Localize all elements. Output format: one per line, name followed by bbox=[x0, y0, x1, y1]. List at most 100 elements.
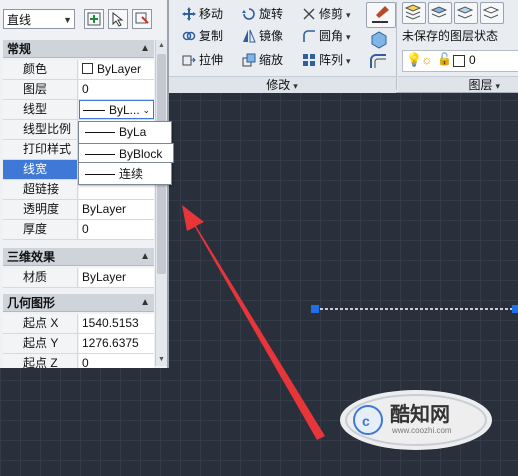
match-properties-button[interactable] bbox=[366, 2, 396, 28]
quick-select-icon bbox=[135, 12, 149, 24]
layer-isolate-button[interactable] bbox=[480, 2, 504, 24]
collapse-icon: ▲ bbox=[140, 297, 150, 308]
array-label: 阵列 bbox=[319, 53, 344, 67]
property-value[interactable]: 0 bbox=[79, 80, 154, 99]
object-type-select[interactable]: 直线 ▼ bbox=[3, 9, 75, 29]
chevron-down-icon: ▼ bbox=[63, 15, 72, 25]
layer-match-button[interactable] bbox=[428, 2, 452, 24]
rotate-label: 旋转 bbox=[259, 7, 284, 21]
quick-select-button[interactable] bbox=[132, 9, 152, 29]
property-row-transparency[interactable]: 透明度 ByLayer bbox=[3, 200, 154, 220]
move-label: 移动 bbox=[199, 7, 224, 21]
scroll-up-icon[interactable]: ▲ bbox=[156, 40, 167, 52]
layer-state-label[interactable]: 未保存的图层状态 bbox=[402, 27, 498, 44]
ribbon: 移动 旋转 修剪 ▾ 复制 镜像 圆角 ▾ 拉伸 缩放 阵列 ▾ 修改 ▾ 未保… bbox=[168, 0, 518, 93]
property-key: 线型 bbox=[3, 100, 78, 119]
palette-scrollbar[interactable]: ▲ ▼ bbox=[155, 40, 167, 366]
move-button[interactable]: 移动 bbox=[182, 4, 223, 24]
layer-match-icon bbox=[430, 6, 448, 18]
mirror-button[interactable]: 镜像 bbox=[242, 26, 283, 46]
3d-object-button[interactable] bbox=[366, 28, 394, 52]
trim-icon bbox=[302, 7, 316, 21]
collapse-icon: ▲ bbox=[140, 43, 150, 54]
fillet-icon bbox=[302, 29, 316, 43]
modify-panel-title[interactable]: 修改 ▾ bbox=[168, 76, 396, 93]
property-value-text: ByLayer bbox=[97, 62, 142, 76]
mirror-icon bbox=[242, 29, 256, 43]
linetype-select[interactable]: ByL... ⌄ bbox=[79, 100, 154, 119]
scale-icon bbox=[242, 53, 256, 67]
property-key: 起点 Y bbox=[3, 334, 78, 353]
property-row-start-z[interactable]: 起点 Z 0 bbox=[3, 354, 154, 368]
property-row-color[interactable]: 颜色 ByLayer bbox=[3, 60, 154, 80]
svg-text:c: c bbox=[362, 413, 370, 429]
option-label: 连续 bbox=[119, 167, 144, 181]
property-value[interactable]: ByLayer bbox=[79, 60, 154, 79]
property-value[interactable]: 0 bbox=[79, 354, 154, 368]
toggle-pickadd-button[interactable] bbox=[84, 9, 104, 29]
layer-previous-icon bbox=[456, 6, 474, 19]
color-swatch-icon bbox=[82, 63, 93, 75]
trim-button[interactable]: 修剪 ▾ bbox=[302, 4, 351, 24]
modify-panel-label: 修改 bbox=[266, 78, 291, 92]
fillet-button[interactable]: 圆角 ▾ bbox=[302, 26, 351, 46]
property-value-text: ByL... bbox=[109, 103, 140, 117]
stretch-button[interactable]: 拉伸 bbox=[182, 50, 223, 70]
select-objects-button[interactable] bbox=[108, 9, 128, 29]
cube-icon bbox=[371, 31, 387, 49]
property-key: 材质 bbox=[3, 268, 78, 287]
property-row-start-x[interactable]: 起点 X 1540.5153 bbox=[3, 314, 154, 334]
property-key: 图层 bbox=[3, 80, 78, 99]
chevron-down-icon: ▾ bbox=[346, 10, 351, 20]
rotate-button[interactable]: 旋转 bbox=[242, 4, 283, 24]
section-3d-effects-label: 三维效果 bbox=[7, 250, 56, 264]
property-row-layer[interactable]: 图层 0 bbox=[3, 80, 154, 100]
property-row-thickness[interactable]: 厚度 0 bbox=[3, 220, 154, 240]
option-label: ByBlock bbox=[119, 147, 163, 161]
chevron-down-icon: ▾ bbox=[495, 81, 500, 91]
property-value[interactable]: 1540.5153 bbox=[79, 314, 154, 333]
fillet-label: 圆角 bbox=[319, 29, 344, 43]
section-general-header[interactable]: 常规 ▲ bbox=[3, 40, 154, 58]
scale-button[interactable]: 缩放 bbox=[242, 50, 283, 70]
lock-icon: 🔓 bbox=[437, 52, 452, 66]
property-key: 颜色 bbox=[3, 60, 78, 79]
linetype-option-byblock[interactable]: ByBlock bbox=[78, 143, 174, 163]
pickadd-icon bbox=[87, 12, 101, 26]
property-key: 打印样式 bbox=[3, 140, 78, 159]
select-cursor-icon bbox=[112, 11, 124, 27]
section-geometry-header[interactable]: 几何图形 ▲ bbox=[3, 294, 154, 312]
layer-previous-button[interactable] bbox=[454, 2, 478, 24]
watermark-brand: 酷知网 bbox=[390, 402, 450, 426]
layer-properties-button[interactable] bbox=[402, 2, 426, 24]
property-value[interactable]: 0 bbox=[79, 220, 154, 239]
copy-button[interactable]: 复制 bbox=[182, 26, 223, 46]
line-sample-icon bbox=[83, 110, 105, 112]
section-3d-effects-header[interactable]: 三维效果 ▲ bbox=[3, 248, 154, 266]
property-value[interactable]: 1276.6375 bbox=[79, 334, 154, 353]
chevron-down-icon: ▾ bbox=[293, 81, 298, 91]
layers-icon bbox=[404, 4, 422, 20]
layers-panel-label: 图层 bbox=[468, 78, 493, 92]
section-geometry-label: 几何图形 bbox=[7, 296, 56, 310]
watermark-url: www.coozhi.com bbox=[392, 426, 452, 435]
property-value[interactable]: ByLayer bbox=[79, 268, 154, 287]
linetype-option-bylayer[interactable]: ByLa bbox=[79, 122, 147, 142]
layer-isolate-icon bbox=[482, 6, 500, 19]
copy-icon bbox=[182, 29, 196, 43]
property-key: 厚度 bbox=[3, 220, 78, 239]
array-button[interactable]: 阵列 ▾ bbox=[302, 50, 351, 70]
property-row-linetype[interactable]: 线型 ByL... ⌄ bbox=[3, 100, 154, 120]
rotate-icon bbox=[242, 7, 256, 21]
property-value[interactable]: ByLayer bbox=[79, 200, 154, 219]
layer-dropdown[interactable]: 💡 ☼ 🔓 0 bbox=[402, 50, 518, 72]
property-row-material[interactable]: 材质 ByLayer bbox=[3, 268, 154, 288]
section-general-label: 常规 bbox=[7, 42, 32, 56]
scroll-down-icon[interactable]: ▼ bbox=[156, 354, 167, 366]
property-row-start-y[interactable]: 起点 Y 1276.6375 bbox=[3, 334, 154, 354]
linetype-option-continuous[interactable]: 连续 bbox=[79, 164, 144, 184]
line-sample-icon bbox=[85, 174, 115, 176]
stretch-icon bbox=[182, 53, 196, 67]
offset-button[interactable] bbox=[366, 50, 394, 74]
layers-panel-title[interactable]: 图层 ▾ bbox=[398, 76, 518, 92]
